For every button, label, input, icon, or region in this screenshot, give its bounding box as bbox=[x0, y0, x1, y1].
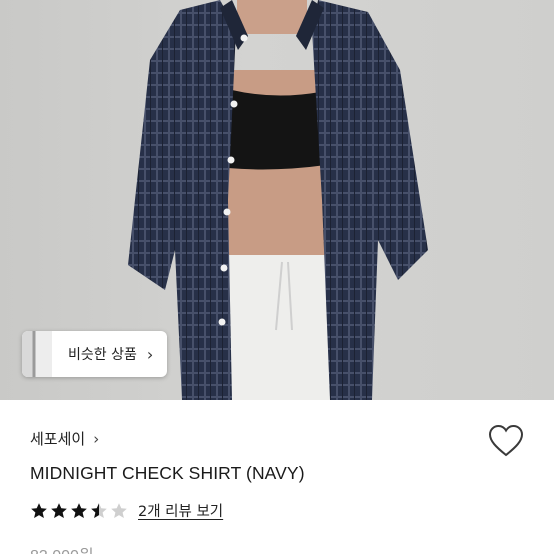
product-photo[interactable]: 비슷한 상품 › bbox=[0, 0, 554, 400]
product-info-section: 세포세이 › MIDNIGHT CHECK SHIRT (NAVY) 2개 리뷰… bbox=[0, 400, 554, 554]
favorite-button[interactable] bbox=[488, 424, 524, 458]
similar-products-button[interactable]: 비슷한 상품 › bbox=[22, 331, 168, 377]
star-filled-icon bbox=[31, 502, 47, 518]
chevron-right-icon: › bbox=[146, 344, 154, 364]
heart-outline-icon bbox=[488, 424, 524, 457]
product-title: MIDNIGHT CHECK SHIRT (NAVY) bbox=[30, 463, 305, 483]
seller-link[interactable]: 세포세이 › bbox=[30, 428, 99, 449]
product-price: 83,000원 bbox=[30, 542, 94, 554]
star-half-icon bbox=[91, 502, 107, 518]
seller-name: 세포세이 bbox=[30, 430, 86, 448]
rating-row: 2개 리뷰 보기 bbox=[30, 500, 223, 521]
star-rating bbox=[30, 502, 130, 520]
similar-products-label: 비슷한 상품 bbox=[68, 347, 137, 363]
review-link[interactable]: 2개 리뷰 보기 bbox=[138, 500, 223, 521]
star-filled-icon bbox=[71, 502, 87, 518]
star-empty-icon bbox=[111, 502, 127, 518]
chevron-right-icon: › bbox=[93, 429, 100, 448]
similar-product-thumbnail bbox=[22, 331, 52, 377]
star-filled-icon bbox=[51, 502, 67, 518]
